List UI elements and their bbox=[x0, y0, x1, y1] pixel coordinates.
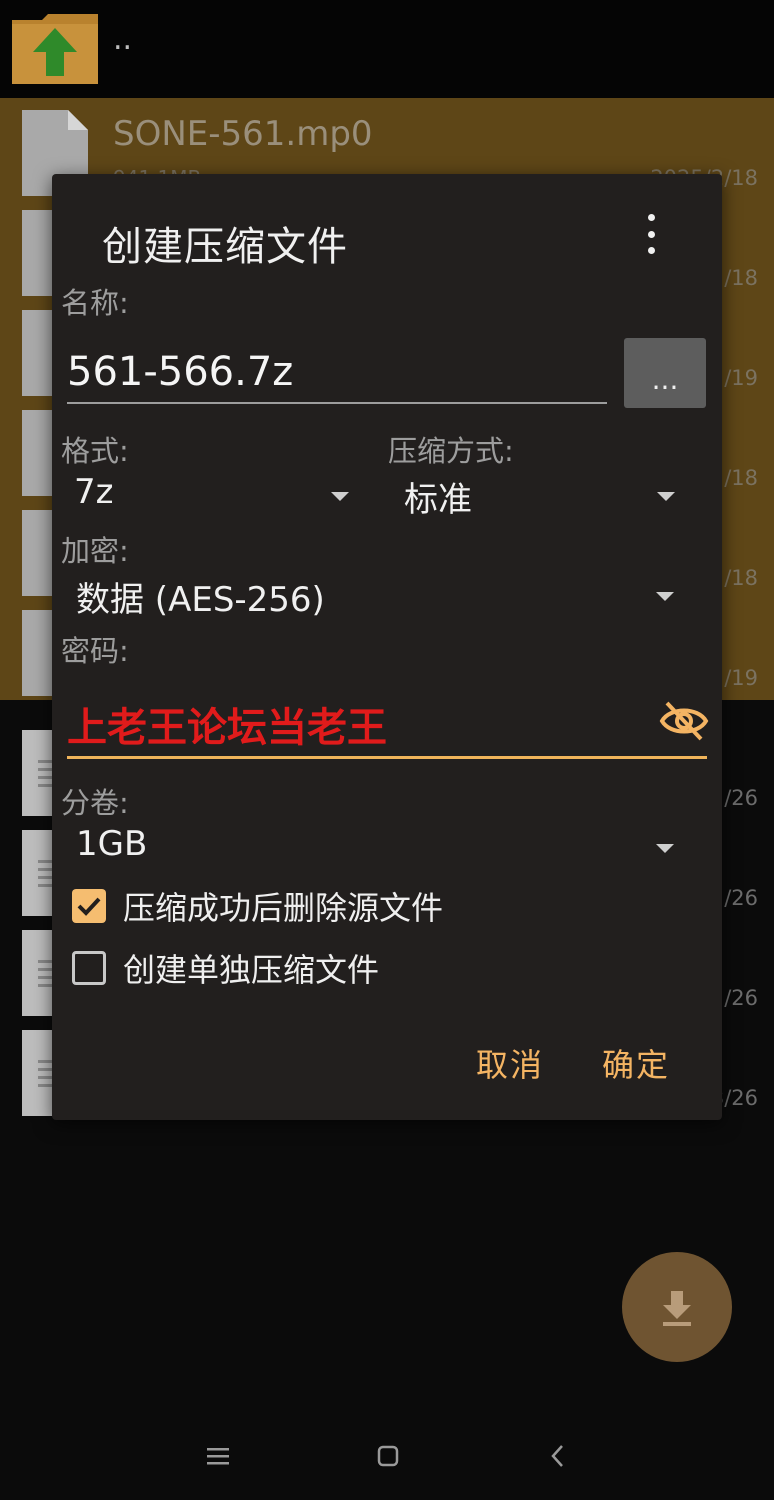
encryption-label: 加密: bbox=[61, 534, 129, 568]
recents-button[interactable] bbox=[196, 1434, 240, 1478]
delete-source-label: 压缩成功后删除源文件 bbox=[123, 889, 444, 927]
home-button[interactable] bbox=[366, 1434, 410, 1478]
file-date: /19 bbox=[724, 366, 758, 390]
caret-down-icon bbox=[656, 844, 674, 853]
format-label: 格式: bbox=[61, 434, 129, 468]
file-date: /26 bbox=[724, 786, 758, 810]
menu-icon bbox=[207, 1448, 229, 1465]
password-input[interactable] bbox=[67, 694, 607, 754]
file-date: /18 bbox=[724, 566, 758, 590]
top-bar: .. bbox=[0, 0, 774, 98]
back-button[interactable] bbox=[536, 1434, 580, 1478]
download-icon bbox=[663, 1291, 691, 1326]
parent-directory-label[interactable]: .. bbox=[113, 22, 132, 57]
home-square-icon bbox=[377, 1445, 399, 1467]
archive-name-input[interactable] bbox=[67, 342, 607, 404]
delete-source-option[interactable]: 压缩成功后删除源文件 bbox=[72, 884, 443, 928]
system-nav-bar bbox=[0, 1410, 774, 1500]
cancel-button[interactable]: 取消 bbox=[476, 1040, 544, 1086]
eye-off-icon[interactable] bbox=[659, 698, 709, 744]
password-label: 密码: bbox=[61, 634, 129, 668]
parent-folder-icon[interactable] bbox=[12, 14, 98, 84]
browse-button[interactable]: ... bbox=[624, 338, 706, 408]
compression-method-dropdown[interactable]: 标准 bbox=[404, 472, 684, 522]
separate-archives-option[interactable]: 创建单独压缩文件 bbox=[72, 946, 379, 990]
encryption-dropdown[interactable]: 数据 (AES-256) bbox=[76, 572, 686, 622]
caret-down-icon bbox=[657, 492, 675, 501]
create-archive-dialog: 创建压缩文件 名称: ... 格式: 7z 压缩方式: 标准 加密: 数据 (A… bbox=[52, 174, 722, 1120]
check-icon bbox=[77, 897, 101, 916]
compression-method-label: 压缩方式: bbox=[388, 434, 514, 468]
caret-down-icon bbox=[331, 492, 349, 501]
ok-button[interactable]: 确定 bbox=[602, 1040, 670, 1086]
file-date: /26 bbox=[724, 986, 758, 1010]
file-date: /18 bbox=[724, 266, 758, 290]
separate-archives-checkbox[interactable] bbox=[72, 951, 106, 985]
format-value: 7z bbox=[74, 472, 114, 512]
more-options-icon[interactable] bbox=[634, 214, 668, 254]
separate-archives-label: 创建单独压缩文件 bbox=[123, 951, 380, 989]
compression-method-value: 标准 bbox=[404, 480, 472, 520]
encryption-value: 数据 (AES-256) bbox=[76, 580, 325, 620]
caret-down-icon bbox=[656, 592, 674, 601]
file-date: /19 bbox=[724, 666, 758, 690]
dialog-title: 创建压缩文件 bbox=[102, 224, 348, 270]
back-chevron-icon bbox=[551, 1445, 563, 1467]
format-dropdown[interactable]: 7z bbox=[74, 472, 354, 522]
file-date: /26 bbox=[724, 886, 758, 910]
split-size-value: 1GB bbox=[76, 824, 148, 864]
file-name: SONE-561.mp0 bbox=[113, 114, 373, 154]
split-size-dropdown[interactable]: 1GB bbox=[76, 824, 686, 874]
extract-fab[interactable] bbox=[622, 1252, 732, 1362]
delete-source-checkbox[interactable] bbox=[72, 889, 106, 923]
name-label: 名称: bbox=[61, 286, 129, 320]
split-label: 分卷: bbox=[61, 786, 129, 820]
file-date: /18 bbox=[724, 466, 758, 490]
password-underline bbox=[67, 756, 707, 759]
